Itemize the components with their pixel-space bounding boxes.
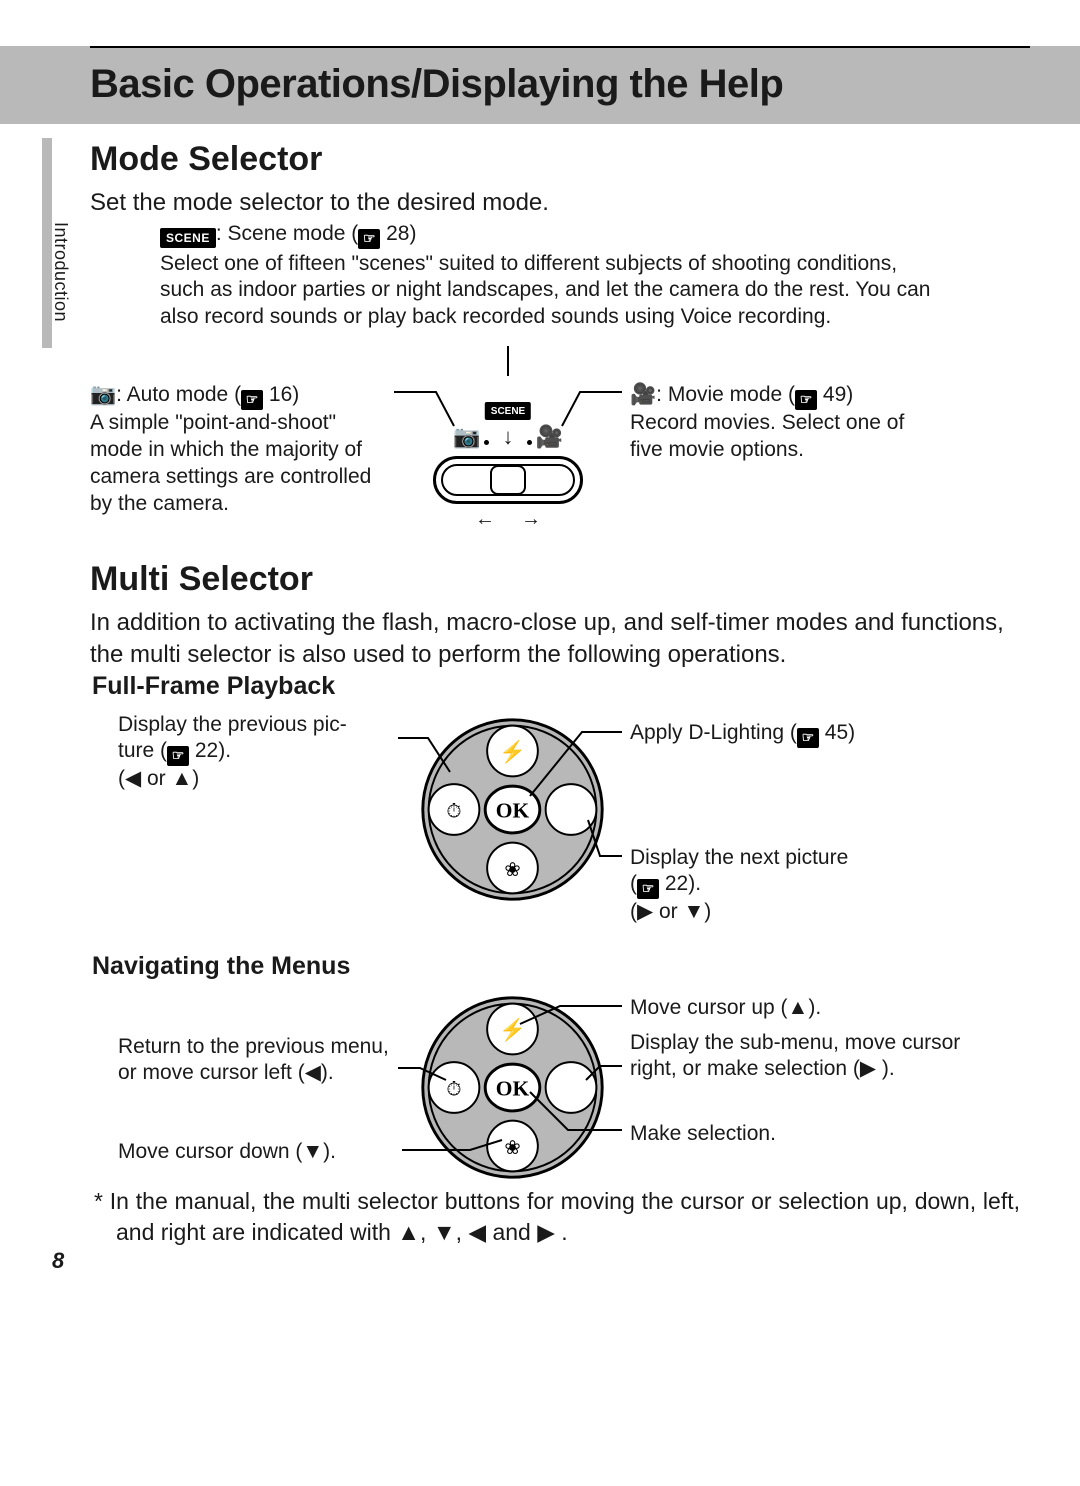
- camera-icon: 📷: [453, 424, 480, 450]
- svg-text:⚡: ⚡: [499, 739, 526, 765]
- scene-close: ): [409, 222, 416, 245]
- auto-mode-desc: A simple "point-and-shoot" mode in which…: [90, 410, 390, 518]
- playback-prev-line2: ture (☞ 22).: [118, 738, 398, 766]
- heading-mode-selector: Mode Selector: [90, 140, 1030, 179]
- t: 45: [825, 721, 848, 744]
- scene-mode-block: SCENE: Scene mode (☞ 28) Select one of f…: [160, 222, 940, 331]
- page-ref-icon: ☞: [795, 390, 817, 410]
- movie-ref: 49: [823, 383, 846, 406]
- arrow-down-icon: ↓: [503, 424, 514, 450]
- playback-prev-block: Display the previous pic- ture (☞ 22). (…: [118, 712, 398, 792]
- chapter-tab: Introduction: [50, 222, 71, 322]
- t: ture (: [118, 739, 167, 762]
- playback-next-line2: (☞ 22).: [630, 871, 930, 899]
- dial-arrows: ← →: [475, 508, 541, 531]
- t: (: [630, 872, 637, 895]
- svg-text:⚡: ⚡: [499, 1017, 526, 1043]
- svg-text:⏱: ⏱: [446, 800, 461, 822]
- arrow-left-icon: ←: [475, 508, 495, 531]
- page-ref-icon: ☞: [358, 229, 380, 249]
- playback-prev-line1: Display the previous pic-: [118, 712, 398, 738]
- scene-badge-icon: SCENE: [160, 228, 216, 248]
- movie-label-pre: : Movie mode (: [656, 383, 795, 406]
- section-mode-selector: Mode Selector Set the mode selector to t…: [90, 140, 1030, 219]
- scene-mode-label: SCENE: Scene mode (☞ 28): [160, 222, 940, 249]
- t: 22: [195, 739, 218, 762]
- svg-text:⏱: ⏱: [446, 1078, 461, 1100]
- dial-knob: [490, 465, 526, 495]
- multi-selector-diagram-nav: OK ⚡ ❀ ⏱: [415, 990, 610, 1185]
- dial-body: [433, 456, 583, 504]
- movie-mode-desc: Record movies. Select one of five movie …: [630, 410, 930, 464]
- svg-text:❀: ❀: [504, 859, 520, 881]
- playback-next-hint: (▶ or ▼): [630, 899, 930, 925]
- page-title: Basic Operations/Displaying the Help: [90, 62, 783, 107]
- auto-mode-block: 📷: Auto mode (☞ 16) A simple "point-and-…: [90, 382, 390, 517]
- mode-dial-diagram: SCENE 📷 ↓ 🎥 ← →: [398, 400, 618, 520]
- page-ref-icon: ☞: [241, 390, 263, 410]
- t: ): [848, 721, 855, 744]
- auto-label-post: ): [292, 383, 299, 406]
- svg-text:❀: ❀: [504, 1137, 520, 1159]
- page-ref-icon: ☞: [167, 746, 189, 766]
- nav-down-block: Move cursor down (▼).: [118, 1140, 398, 1164]
- nav-submenu-block: Display the sub-menu, move cursor right,…: [630, 1030, 970, 1083]
- page-ref-icon: ☞: [797, 728, 819, 748]
- page-number: 8: [52, 1248, 64, 1274]
- footnote-text: In the manual, the multi selector button…: [110, 1188, 1020, 1245]
- multi-selector-intro: In addition to activating the flash, mac…: [90, 607, 1030, 670]
- movie-mode-block: 🎥: Movie mode (☞ 49) Record movies. Sele…: [630, 382, 930, 464]
- nav-make-selection-block: Make selection.: [630, 1122, 930, 1146]
- playback-next-block: Display the next picture (☞ 22). (▶ or ▼…: [630, 845, 930, 925]
- playback-prev-hint: (◀ or ▲): [118, 766, 398, 792]
- arrow-right-icon: →: [521, 508, 541, 531]
- svg-text:OK: OK: [496, 798, 530, 822]
- title-rule: [90, 46, 1030, 48]
- auto-ref: 16: [269, 383, 292, 406]
- movie-icon: 🎥: [630, 383, 656, 406]
- scene-mode-desc: Select one of fifteen "scenes" suited to…: [160, 251, 940, 332]
- page-ref-icon: ☞: [637, 879, 659, 899]
- svg-text:OK: OK: [496, 1076, 530, 1100]
- multi-selector-footnote: * In the manual, the multi selector butt…: [92, 1186, 1020, 1248]
- t: Apply D-Lighting (: [630, 721, 797, 744]
- dial-dots: [484, 440, 532, 445]
- auto-label-pre: : Auto mode (: [116, 383, 241, 406]
- t: 22: [665, 872, 688, 895]
- nav-up-block: Move cursor up (▲).: [630, 996, 940, 1020]
- t: ).: [218, 739, 231, 762]
- t: ).: [688, 872, 701, 895]
- movie-icon: 🎥: [536, 424, 563, 450]
- movie-mode-label: 🎥: Movie mode (☞ 49): [630, 382, 930, 410]
- scene-ref: 28: [386, 222, 409, 245]
- heading-multi-selector: Multi Selector: [90, 560, 1030, 599]
- scene-label-text: : Scene mode (: [216, 222, 358, 245]
- section-multi-selector: Multi Selector In addition to activating…: [90, 560, 1030, 670]
- camera-icon: 📷: [90, 383, 116, 406]
- dial-icon-row: 📷 ↓ 🎥: [453, 424, 563, 450]
- scene-badge-icon: SCENE: [485, 402, 531, 420]
- playback-dlight-block: Apply D-Lighting (☞ 45): [630, 720, 930, 748]
- heading-navigating-menus: Navigating the Menus: [92, 952, 350, 981]
- movie-label-post: ): [846, 383, 853, 406]
- nav-return-block: Return to the previous menu, or move cur…: [118, 1034, 398, 1087]
- heading-full-frame-playback: Full-Frame Playback: [92, 672, 335, 701]
- auto-mode-label: 📷: Auto mode (☞ 16): [90, 382, 390, 410]
- playback-next-line1: Display the next picture: [630, 845, 930, 871]
- multi-selector-diagram-playback: OK ⚡ ❀ ⏱: [415, 712, 610, 907]
- mode-selector-intro: Set the mode selector to the desired mod…: [90, 187, 1030, 219]
